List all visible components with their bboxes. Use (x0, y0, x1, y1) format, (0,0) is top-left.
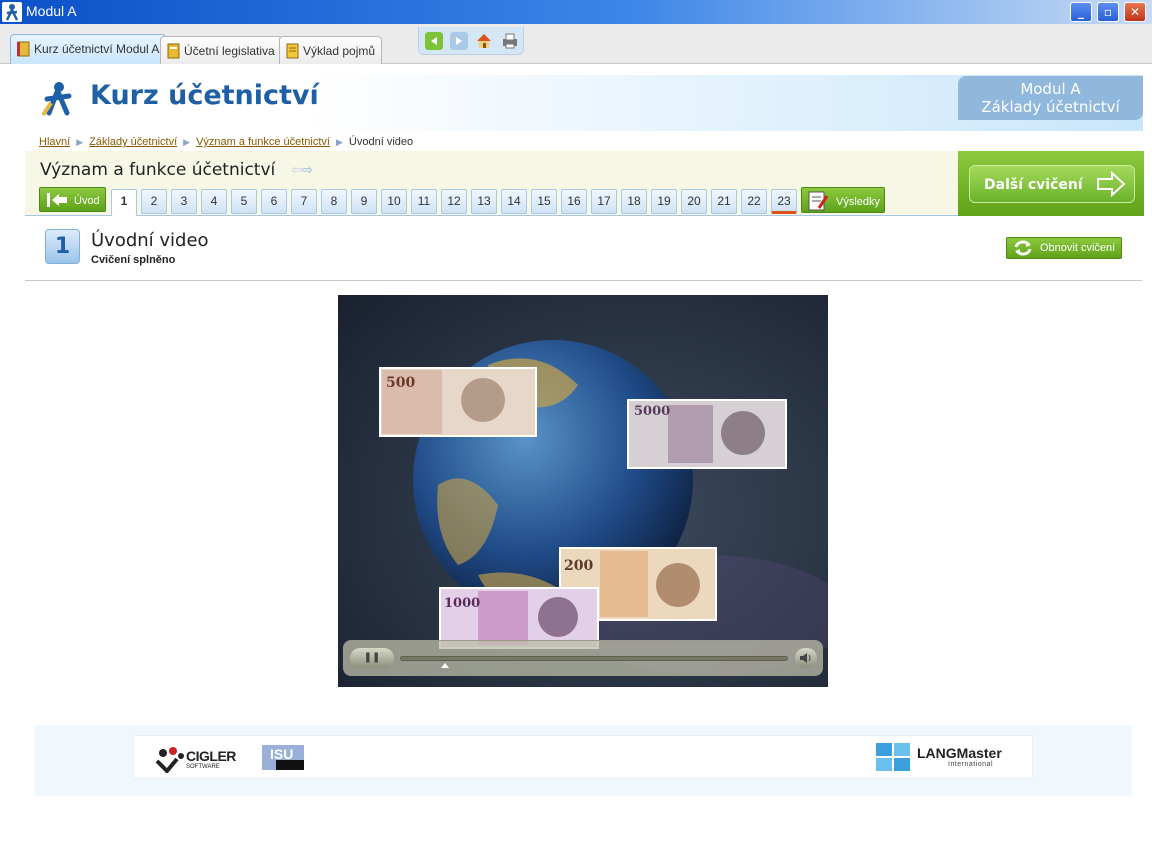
results-label: Výsledky (836, 196, 881, 208)
pause-icon: ❚❚ (363, 652, 381, 663)
window-title: Modul A (26, 3, 77, 19)
speaker-icon (800, 653, 811, 663)
refresh-icon (1014, 240, 1032, 256)
breadcrumb: Hlavní ▶ Základy účetnictví ▶ Význam a funkc… (39, 136, 413, 148)
page-tab-19[interactable]: 19 (651, 189, 677, 214)
page-title: Kurz účetnictví (90, 80, 319, 111)
breadcrumb-link-zaklady[interactable]: Základy účetnictví (89, 136, 177, 148)
page-tab-6[interactable]: 6 (261, 189, 287, 214)
page-tab-9[interactable]: 9 (351, 189, 377, 214)
exercise-title: Úvodní video (91, 230, 209, 251)
page-tab-5[interactable]: 5 (231, 189, 257, 214)
banknote-500: 500 (379, 367, 537, 437)
arrow-right-icon (1097, 171, 1126, 197)
close-button[interactable]: ✕ (1124, 2, 1146, 22)
isu-logo-text: ISU (270, 746, 294, 762)
breadcrumb-link-hlavni[interactable]: Hlavní (39, 136, 70, 148)
page-tab-22[interactable]: 22 (741, 189, 767, 214)
page-tab-16[interactable]: 16 (561, 189, 587, 214)
cigler-logo-text: CIGLER (186, 748, 236, 764)
chevron-right-icon: ▶ (76, 137, 84, 147)
chevron-right-icon: ▶ (335, 137, 343, 147)
tab-strip: Kurz účetnictví Modul A Účetní legislati… (0, 24, 1152, 64)
page-tab-8[interactable]: 8 (321, 189, 347, 214)
print-icon[interactable] (501, 32, 519, 50)
tab-ucetni-legislativa[interactable]: Účetní legislativa (160, 36, 282, 64)
banknote-200-label: 200 (564, 558, 593, 574)
page-tab-10[interactable]: 10 (381, 189, 407, 214)
pause-button[interactable]: ❚❚ (350, 648, 394, 668)
results-button[interactable]: Výsledky (801, 187, 885, 213)
page-tab-11[interactable]: 11 (411, 189, 437, 214)
seek-handle[interactable] (441, 663, 449, 668)
langmaster-logo-icon (876, 743, 910, 771)
page-tab-4[interactable]: 4 (201, 189, 227, 214)
exercise-number-badge: 1 (45, 229, 80, 264)
page-tab-20[interactable]: 20 (681, 189, 707, 214)
page-tab-17[interactable]: 17 (591, 189, 617, 214)
module-name: Modul A (1020, 80, 1081, 98)
banknote-1000-label: 1000 (444, 596, 480, 611)
banknote-1000: 1000 (439, 587, 599, 649)
next-exercise-button[interactable]: Další cvičení (969, 165, 1135, 203)
next-exercise-label: Další cvičení (984, 177, 1083, 193)
page-tab-21[interactable]: 21 (711, 189, 737, 214)
page-tab-15[interactable]: 15 (531, 189, 557, 214)
forward-icon[interactable] (450, 32, 468, 50)
tab-label: Výklad pojmů (303, 44, 376, 58)
back-icon[interactable] (425, 32, 443, 50)
app-figure-icon (2, 2, 22, 22)
module-badge: Modul A Základy účetnictví (958, 76, 1143, 120)
tab-label: Kurz účetnictví Modul A (34, 42, 160, 56)
video-seek-bar[interactable] (400, 656, 788, 661)
banknote-5000-label: 5000 (634, 404, 670, 419)
tab-kurz-ucetnictvi[interactable]: Kurz účetnictví Modul A (10, 34, 167, 64)
banknote-5000: 5000 (627, 399, 787, 469)
intro-button[interactable]: Úvod (39, 187, 106, 212)
page-tab-12[interactable]: 12 (441, 189, 467, 214)
page-tab-18[interactable]: 18 (621, 189, 647, 214)
module-subtitle: Základy účetnictví (981, 98, 1120, 116)
exercise-status: Cvičení splněno (91, 254, 176, 266)
tab-label: Účetní legislativa (184, 44, 275, 58)
prev-next-arrows[interactable]: ⇦⇨ (291, 163, 313, 178)
page-tab-23[interactable]: 23 (771, 189, 797, 214)
page-tab-2[interactable]: 2 (141, 189, 167, 214)
divider (25, 280, 1142, 281)
page-tab-13[interactable]: 13 (471, 189, 497, 214)
langmaster-logo-text: LANGMaster (917, 745, 1002, 761)
cigler-logo-subtext: SOFTWARE (186, 764, 220, 770)
page-tab-7[interactable]: 7 (291, 189, 317, 214)
page-tab-1[interactable]: 1 (111, 189, 137, 216)
page-tab-3[interactable]: 3 (171, 189, 197, 214)
minimize-button[interactable]: _ (1070, 2, 1092, 22)
tab-vyklad-pojmu[interactable]: Výklad pojmů (279, 36, 383, 64)
notebook-icon (286, 43, 299, 59)
chevron-right-icon: ▶ (183, 137, 191, 147)
video-controls: ❚❚ (343, 640, 823, 676)
banknote-500-label: 500 (386, 375, 415, 391)
intro-label: Úvod (74, 195, 100, 207)
arrow-to-start-icon (47, 193, 67, 207)
page-tab-14[interactable]: 14 (501, 189, 527, 214)
section-title: Význam a funkce účetnictví (40, 160, 276, 180)
intro-video-player[interactable]: 500 5000 200 1000 (338, 295, 828, 687)
results-notepad-icon (808, 191, 829, 211)
volume-button[interactable] (795, 648, 817, 668)
breadcrumb-current: Úvodní video (348, 136, 414, 148)
home-icon[interactable] (475, 32, 493, 50)
renew-exercise-label: Obnovit cvičení (1040, 242, 1116, 254)
book-icon (17, 41, 30, 57)
renew-exercise-button[interactable]: Obnovit cvičení (1006, 237, 1122, 259)
langmaster-logo-subtext: International (948, 761, 994, 768)
toolbar (418, 27, 524, 55)
restore-button[interactable]: ▫ (1097, 2, 1119, 22)
binder-icon (167, 43, 180, 59)
window-titlebar: Modul A _ ▫ ✕ (0, 0, 1152, 24)
arrow-right-icon[interactable]: ⇨ (302, 163, 313, 178)
arrow-left-icon[interactable]: ⇦ (291, 163, 302, 178)
breadcrumb-link-vyznam[interactable]: Význam a funkce účetnictví (196, 136, 330, 148)
course-logo-icon (41, 82, 72, 117)
